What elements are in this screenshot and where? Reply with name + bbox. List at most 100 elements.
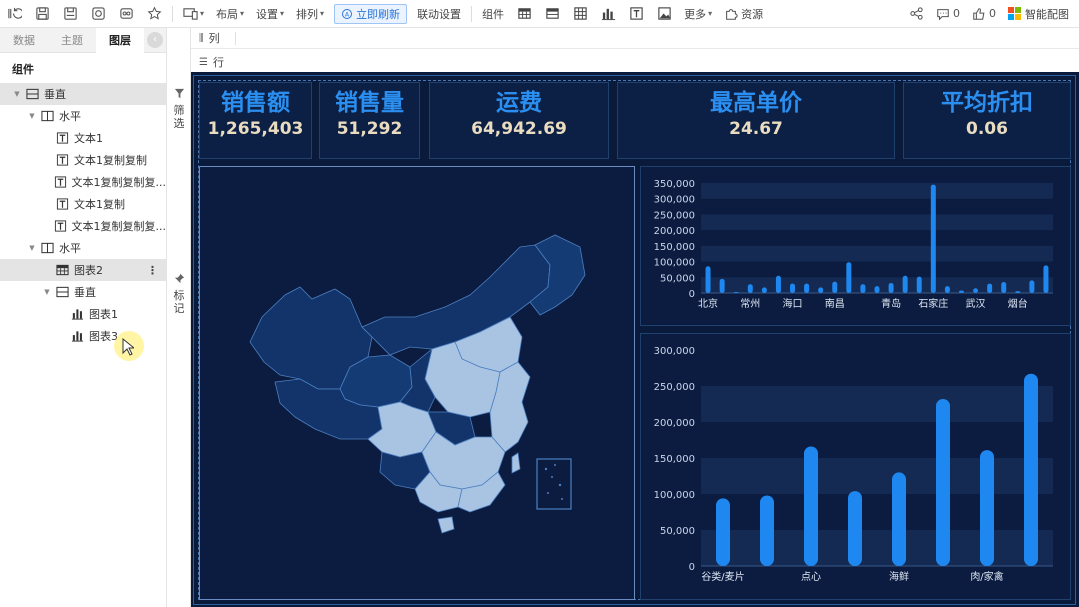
bar[interactable]	[936, 398, 950, 566]
filter-shelf[interactable]: 筛选	[172, 88, 186, 130]
share-icon[interactable]	[902, 0, 930, 28]
kpi-card-sales[interactable]: 销售额 1,265,403	[199, 82, 312, 159]
tab-theme[interactable]: 主题	[48, 28, 96, 53]
device-menu[interactable]: ▾	[177, 0, 210, 28]
more-menu[interactable]: 更多 ▾	[678, 0, 718, 28]
favorite-icon[interactable]	[140, 0, 168, 28]
bar[interactable]	[818, 287, 824, 293]
bar[interactable]	[874, 286, 880, 293]
kpi-card-avg-discount[interactable]: 平均折扣 0.06	[903, 82, 1071, 159]
crosstab-icon[interactable]	[538, 0, 566, 28]
comment-button[interactable]: 0	[930, 0, 966, 28]
history-icon[interactable]	[0, 0, 28, 28]
settings-menu[interactable]: 设置 ▾	[250, 0, 290, 28]
tab-layers[interactable]: 图层	[96, 27, 144, 53]
kpi-card-freight[interactable]: 运费 64,942.69	[429, 82, 609, 159]
linkage-settings-button[interactable]: 联动设置	[411, 0, 467, 28]
china-map-chart[interactable]	[199, 166, 635, 600]
bar[interactable]	[1015, 291, 1021, 293]
bar[interactable]	[916, 276, 922, 293]
image-icon[interactable]	[650, 0, 678, 28]
grid-icon[interactable]	[566, 0, 594, 28]
bar[interactable]	[902, 275, 908, 293]
table-icon[interactable]	[510, 0, 538, 28]
chevron-left-icon: ‹	[153, 34, 157, 45]
bar[interactable]	[733, 292, 739, 294]
bar[interactable]	[1029, 280, 1035, 293]
bar[interactable]	[860, 284, 866, 293]
kpi-card-max-price[interactable]: 最高单价 24.67	[617, 82, 895, 159]
y-tick-label: 50,000	[660, 526, 695, 537]
bar[interactable]	[846, 262, 852, 293]
toolbar-divider	[172, 5, 173, 22]
layout-menu[interactable]: 布局 ▾	[210, 0, 250, 28]
arrange-menu[interactable]: 排列 ▾	[290, 0, 330, 28]
bar[interactable]	[1024, 373, 1038, 566]
bar[interactable]	[760, 495, 774, 566]
bar[interactable]	[747, 284, 753, 293]
bar[interactable]	[987, 283, 993, 293]
bar[interactable]	[716, 498, 730, 566]
bar[interactable]	[888, 282, 894, 293]
bar[interactable]	[719, 278, 725, 293]
bar[interactable]	[848, 491, 862, 566]
x-tick-label: 石家庄	[918, 297, 948, 310]
layer-tree-item[interactable]: 文本1	[0, 127, 166, 149]
y-tick-label: 100,000	[654, 258, 695, 269]
layer-tree-item[interactable]: ▼ 水平	[0, 105, 166, 127]
expand-arrow-icon[interactable]: ▼	[27, 112, 37, 120]
bar[interactable]	[804, 446, 818, 566]
bar[interactable]	[944, 286, 950, 293]
category-bar-chart-panel[interactable]: 0 50,000 100,000 150,000 200,000 250,000 300,0…	[640, 333, 1071, 600]
resource-button[interactable]: 资源	[718, 0, 769, 28]
layer-tree-item[interactable]: ▼ 垂直	[0, 83, 166, 105]
more-options-icon[interactable]: ⋮	[147, 264, 158, 277]
tab-data[interactable]: 数据	[0, 28, 48, 53]
bar[interactable]	[832, 281, 838, 293]
bar[interactable]	[958, 290, 964, 293]
text-icon	[55, 198, 69, 210]
mark-shelf[interactable]: 标记	[172, 273, 186, 315]
x-tick-label: 烟台	[1008, 297, 1028, 310]
chevron-down-icon: ▾	[280, 9, 285, 18]
layer-tree-item[interactable]: 文本1复制复制复...	[0, 215, 166, 237]
bar[interactable]	[1043, 265, 1049, 293]
bar[interactable]	[775, 275, 781, 293]
layer-tree-item[interactable]: 文本1复制复制	[0, 149, 166, 171]
bar-chart-icon[interactable]	[594, 0, 622, 28]
expand-arrow-icon[interactable]: ▼	[42, 288, 52, 296]
x-tick-label: 青岛	[881, 297, 901, 310]
layer-tree-item-label: 垂直	[44, 88, 66, 101]
bar[interactable]	[761, 287, 767, 293]
collapse-panel-button[interactable]: ‹	[147, 32, 163, 48]
bar[interactable]	[790, 283, 796, 293]
city-bar-chart-panel[interactable]: 0 50,000 100,000 150,000 200,000 250,000 300,0…	[640, 166, 1071, 326]
layer-tree-item[interactable]: 图表2 ⋮	[0, 259, 166, 281]
share-preview-icon[interactable]	[112, 0, 140, 28]
layer-tree-item[interactable]: ▼ 水平	[0, 237, 166, 259]
grid-band	[701, 386, 1053, 422]
like-button[interactable]: 0	[966, 0, 1002, 28]
expand-arrow-icon[interactable]: ▼	[27, 244, 37, 252]
bar[interactable]	[892, 472, 906, 566]
save-as-icon[interactable]	[56, 0, 84, 28]
expand-arrow-icon[interactable]: ▼	[12, 90, 22, 98]
bar[interactable]	[980, 450, 994, 566]
text-icon[interactable]	[622, 0, 650, 28]
bar[interactable]	[1001, 282, 1007, 293]
bar[interactable]	[930, 184, 936, 293]
layer-tree-item[interactable]: ▼ 垂直	[0, 281, 166, 303]
layer-tree-item[interactable]: 文本1复制复制复...	[0, 171, 166, 193]
smart-chart-button[interactable]: 智能配图	[1002, 0, 1075, 28]
bar[interactable]	[804, 283, 810, 293]
bar[interactable]	[973, 288, 979, 293]
save-icon[interactable]	[28, 0, 56, 28]
rows-shelf[interactable]: ☰ 行	[191, 52, 1079, 73]
kpi-card-quantity[interactable]: 销售量 51,292	[319, 82, 420, 159]
layer-tree-item[interactable]: 文本1复制	[0, 193, 166, 215]
refresh-now-button[interactable]: A 立即刷新	[334, 3, 408, 24]
layer-tree-item[interactable]: 图表1	[0, 303, 166, 325]
bar[interactable]	[705, 266, 711, 293]
columns-shelf[interactable]: ⫼ 列	[191, 28, 1079, 49]
preview-icon[interactable]	[84, 0, 112, 28]
